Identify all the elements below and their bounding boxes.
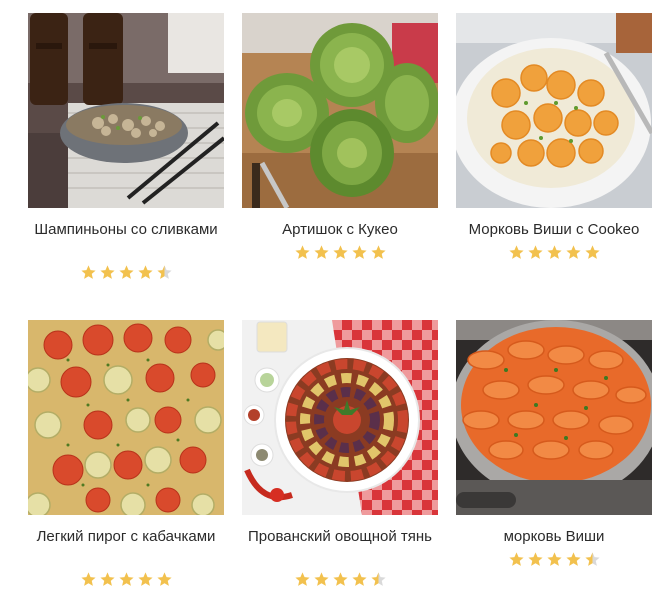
star-icon — [80, 572, 96, 586]
star-icon — [99, 265, 115, 279]
star-icon — [313, 572, 329, 586]
star-icon — [156, 265, 172, 279]
star-rating — [242, 571, 438, 589]
star-icon — [156, 572, 172, 586]
star-rating — [28, 571, 224, 589]
star-rating — [28, 264, 224, 282]
recipe-title[interactable]: Шампиньоны со сливками — [28, 220, 224, 260]
star-rating — [456, 244, 652, 262]
mushroom-cream-dish-photo[interactable] — [28, 13, 224, 208]
ratatouille-tian-photo[interactable] — [242, 320, 438, 515]
star-icon — [584, 245, 600, 259]
star-icon — [370, 572, 386, 586]
star-icon — [565, 552, 581, 566]
star-rating — [456, 551, 652, 569]
star-icon — [118, 572, 134, 586]
star-icon — [584, 552, 600, 566]
star-icon — [118, 265, 134, 279]
star-icon — [546, 552, 562, 566]
recipe-title[interactable]: Морковь Виши с Cookeo — [456, 220, 652, 240]
star-icon — [527, 552, 543, 566]
recipe-title[interactable]: Прованский овощной тянь — [242, 527, 438, 567]
star-icon — [99, 572, 115, 586]
vichy-carrots-bowl-photo[interactable] — [456, 13, 652, 208]
recipe-card-artichoke[interactable]: Артишок с Кукео — [242, 13, 438, 262]
recipe-grid: Шампиньоны со сливками Артишок с Кукео М… — [0, 0, 659, 607]
recipe-card-provencal-tian[interactable]: Прованский овощной тянь — [242, 320, 438, 589]
star-rating — [242, 244, 438, 262]
recipe-title[interactable]: Артишок с Кукео — [242, 220, 438, 240]
star-icon — [294, 572, 310, 586]
star-icon — [527, 245, 543, 259]
artichokes-photo[interactable] — [242, 13, 438, 208]
star-icon — [294, 245, 310, 259]
star-icon — [332, 572, 348, 586]
star-icon — [508, 552, 524, 566]
star-icon — [546, 245, 562, 259]
star-icon — [565, 245, 581, 259]
recipe-card-vichy-carrots-cookeo[interactable]: Морковь Виши с Cookeo — [456, 13, 652, 262]
recipe-card-vichy-carrots[interactable]: морковь Виши — [456, 320, 652, 569]
recipe-title[interactable]: Легкий пирог с кабачками — [28, 527, 224, 567]
star-icon — [370, 245, 386, 259]
star-icon — [313, 245, 329, 259]
star-icon — [80, 265, 96, 279]
star-icon — [137, 572, 153, 586]
zucchini-tomato-pie-photo[interactable] — [28, 320, 224, 515]
star-icon — [332, 245, 348, 259]
star-icon — [351, 572, 367, 586]
recipe-title[interactable]: морковь Виши — [456, 527, 652, 547]
recipe-card-mushrooms-cream[interactable]: Шампиньоны со сливками — [28, 13, 224, 282]
carrots-pan-photo[interactable] — [456, 320, 652, 515]
star-icon — [137, 265, 153, 279]
star-icon — [351, 245, 367, 259]
recipe-card-zucchini-pie[interactable]: Легкий пирог с кабачками — [28, 320, 224, 589]
star-icon — [508, 245, 524, 259]
